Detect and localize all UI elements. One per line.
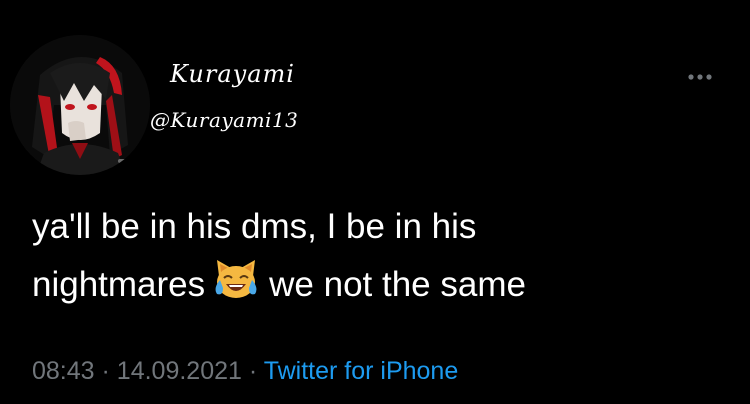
- tweet-card: Kurayami @Kurayami13 ya'll be in his dms…: [0, 0, 750, 404]
- cat-with-tears-of-joy-icon: [211, 258, 261, 302]
- tweet-text-line-2: nightmares we not the same: [32, 256, 722, 314]
- tweet-time[interactable]: 08:43: [32, 357, 95, 385]
- username-handle[interactable]: @Kurayami13: [150, 108, 298, 132]
- tweet-source-link[interactable]: Twitter for iPhone: [264, 357, 459, 385]
- avatar[interactable]: [10, 35, 150, 175]
- meta-separator-2: ·: [248, 357, 258, 385]
- tweet-text: ya'll be in his dms, I be in his nightma…: [32, 198, 722, 314]
- tweet-date[interactable]: 14.09.2021: [117, 357, 242, 385]
- tweet-meta: 08:43 · 14.09.2021 · Twitter for iPhone: [32, 357, 458, 386]
- avatar-illustration: [10, 35, 150, 175]
- more-dots-icon: [688, 74, 712, 80]
- display-name[interactable]: Kurayami: [170, 60, 295, 88]
- tweet-text-line-1: ya'll be in his dms, I be in his: [32, 207, 477, 246]
- more-options-button[interactable]: [680, 62, 720, 92]
- meta-separator: ·: [101, 357, 110, 385]
